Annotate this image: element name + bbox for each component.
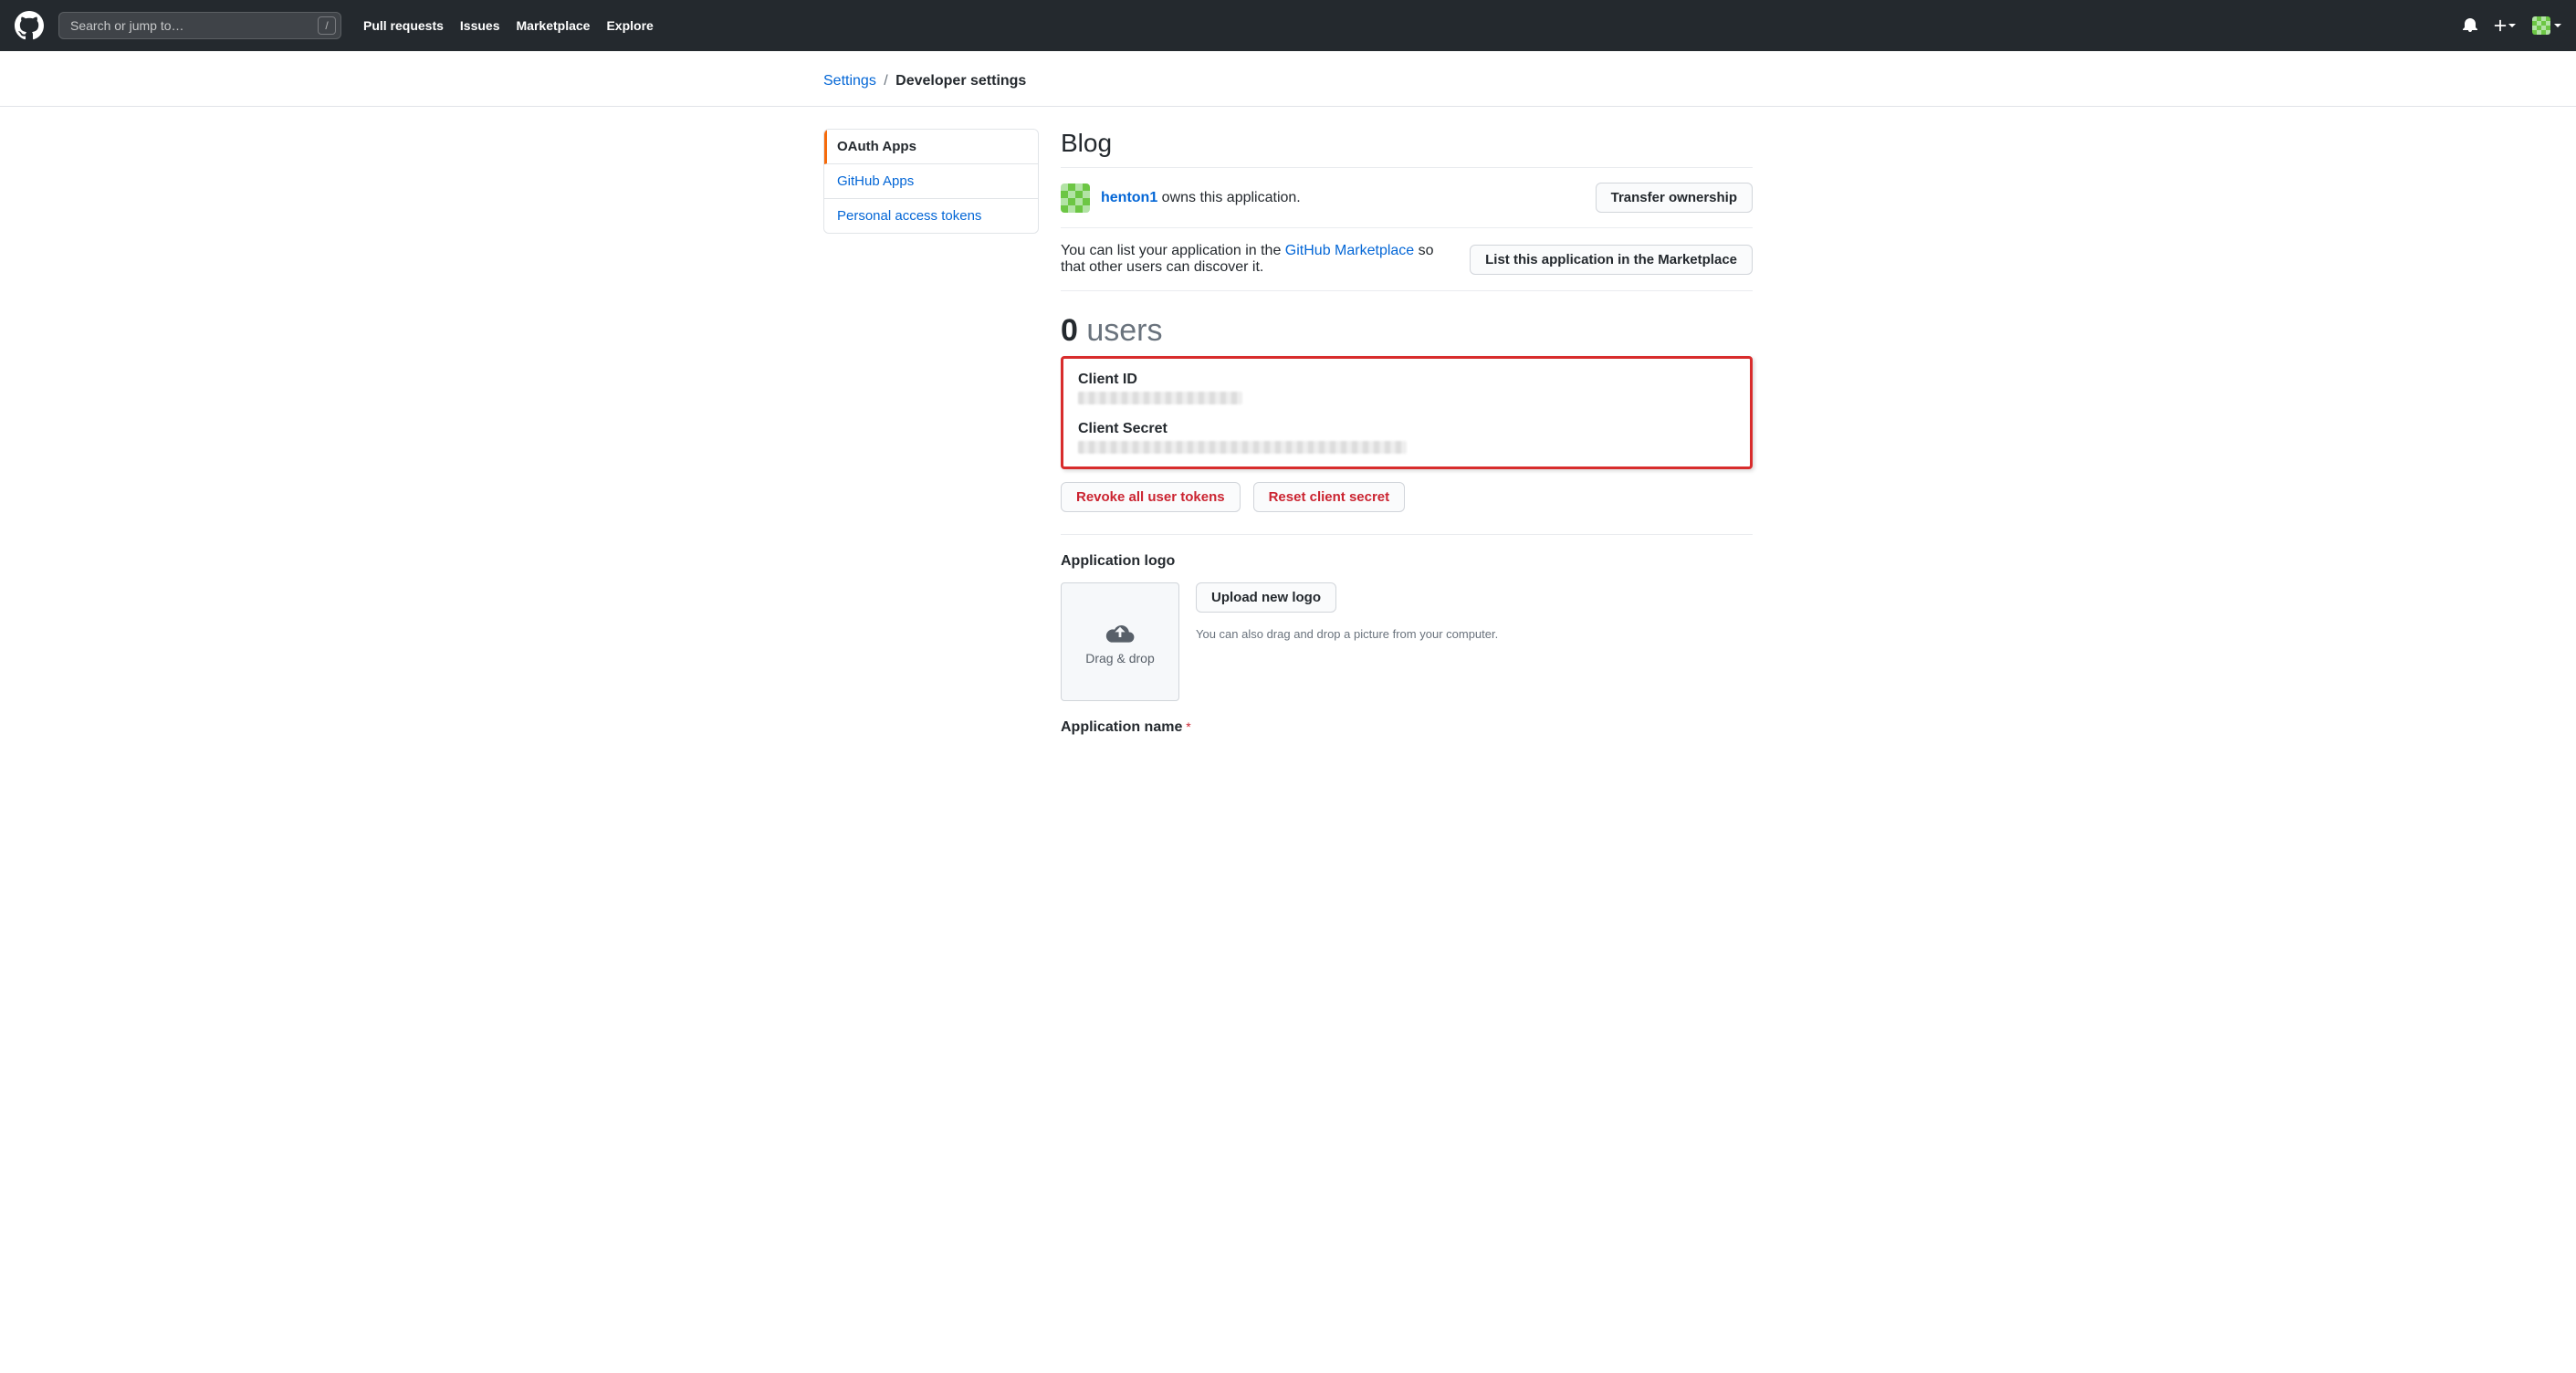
logo-dropzone[interactable]: Drag & drop — [1061, 582, 1179, 701]
upload-new-logo-button[interactable]: Upload new logo — [1196, 582, 1336, 613]
users-label: users — [1078, 313, 1163, 348]
main-content: Blog henton1 owns this application. Tran… — [1061, 129, 1753, 736]
revoke-all-tokens-button[interactable]: Revoke all user tokens — [1061, 482, 1241, 512]
breadcrumb: Settings / Developer settings — [809, 51, 1767, 106]
owner-text: henton1 owns this application. — [1101, 190, 1301, 206]
application-name-label: Application name — [1061, 719, 1182, 735]
client-id-label: Client ID — [1078, 372, 1735, 388]
sidebar: OAuth Apps GitHub Apps Personal access t… — [823, 129, 1039, 736]
search-wrap: / — [58, 12, 341, 39]
token-buttons: Revoke all user tokens Reset client secr… — [1061, 482, 1753, 535]
list-in-marketplace-button[interactable]: List this application in the Marketplace — [1470, 245, 1753, 275]
marketplace-link[interactable]: GitHub Marketplace — [1285, 243, 1414, 258]
application-logo-heading: Application logo — [1061, 553, 1753, 570]
owner-username-link[interactable]: henton1 — [1101, 190, 1157, 205]
logo-row: Drag & drop Upload new logo You can also… — [1061, 582, 1753, 701]
user-menu[interactable] — [2532, 16, 2561, 35]
logo-right: Upload new logo You can also drag and dr… — [1196, 582, 1498, 641]
layout: OAuth Apps GitHub Apps Personal access t… — [809, 107, 1767, 791]
breadcrumb-separator: / — [884, 73, 887, 89]
topbar: / Pull requests Issues Marketplace Explo… — [0, 0, 2576, 51]
application-logo-section: Application logo Drag & drop Upload new … — [1061, 553, 1753, 701]
github-logo[interactable] — [15, 11, 44, 40]
application-name-row: Application name * — [1061, 719, 1753, 736]
drag-tip: You can also drag and drop a picture fro… — [1196, 627, 1498, 641]
chevron-down-icon — [2508, 24, 2516, 27]
sidebar-item-personal-access-tokens[interactable]: Personal access tokens — [824, 199, 1038, 233]
reset-client-secret-button[interactable]: Reset client secret — [1253, 482, 1406, 512]
nav-marketplace[interactable]: Marketplace — [517, 18, 591, 33]
users-count: 0 — [1061, 313, 1078, 348]
users-heading: 0 users — [1061, 313, 1753, 349]
client-secret-value-redacted — [1078, 441, 1407, 454]
dropzone-label: Drag & drop — [1085, 651, 1154, 666]
owner-avatar[interactable] — [1061, 183, 1090, 213]
nav-pull-requests[interactable]: Pull requests — [363, 18, 444, 33]
transfer-ownership-button[interactable]: Transfer ownership — [1596, 183, 1753, 213]
chevron-down-icon — [2554, 24, 2561, 27]
cloud-upload-icon — [1105, 618, 1136, 644]
marketplace-text: You can list your application in the Git… — [1061, 243, 1455, 276]
owns-text: owns this application. — [1157, 190, 1301, 205]
sidebar-item-oauth-apps[interactable]: OAuth Apps — [824, 130, 1038, 164]
nav-explore[interactable]: Explore — [606, 18, 653, 33]
breadcrumb-current: Developer settings — [895, 73, 1026, 89]
search-input[interactable] — [58, 12, 341, 39]
side-menu: OAuth Apps GitHub Apps Personal access t… — [823, 129, 1039, 234]
search-slash-hint: / — [318, 16, 336, 35]
avatar — [2532, 16, 2550, 35]
owner-row: henton1 owns this application. Transfer … — [1061, 168, 1753, 228]
create-new-menu[interactable] — [2494, 19, 2516, 32]
breadcrumb-settings[interactable]: Settings — [823, 73, 876, 89]
client-secret-label: Client Secret — [1078, 421, 1735, 437]
marketplace-pre: You can list your application in the — [1061, 243, 1285, 258]
topbar-right — [2463, 16, 2561, 35]
top-nav: Pull requests Issues Marketplace Explore — [363, 18, 654, 33]
marketplace-row: You can list your application in the Git… — [1061, 228, 1753, 291]
page-title: Blog — [1061, 129, 1753, 168]
required-asterisk: * — [1186, 719, 1190, 734]
notifications-icon[interactable] — [2463, 17, 2477, 35]
nav-issues[interactable]: Issues — [460, 18, 500, 33]
client-credentials-highlight: Client ID Client Secret — [1061, 356, 1753, 469]
client-id-value-redacted — [1078, 392, 1242, 404]
sidebar-item-github-apps[interactable]: GitHub Apps — [824, 164, 1038, 199]
